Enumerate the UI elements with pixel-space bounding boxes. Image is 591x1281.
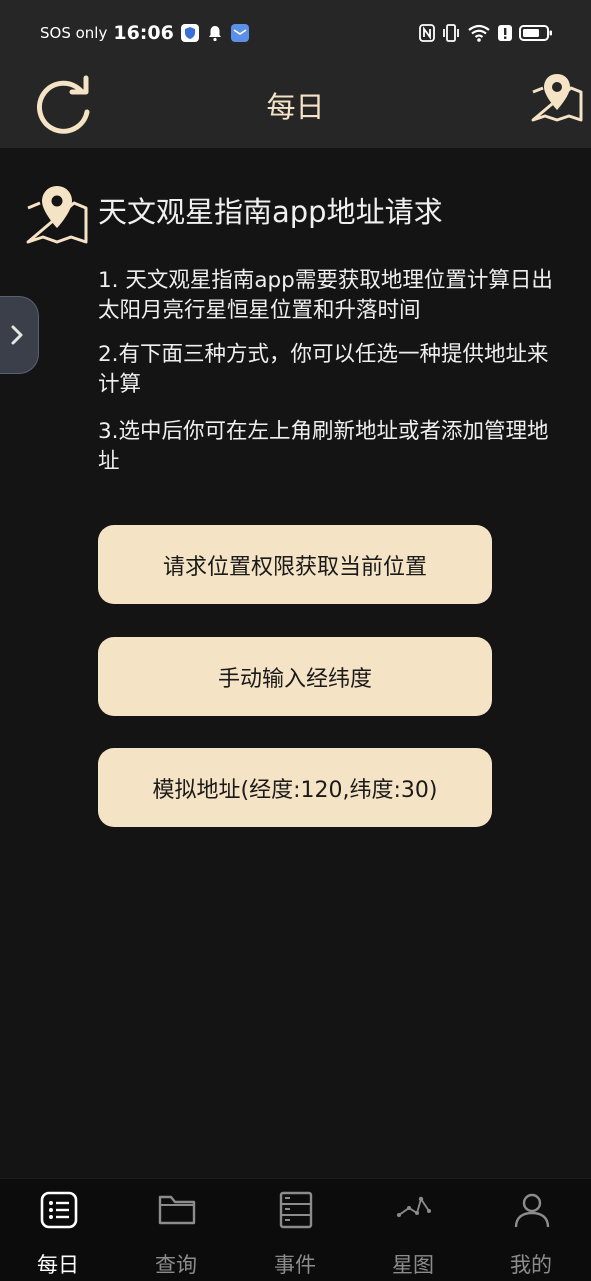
nav-label: 每日 [37, 1253, 79, 1277]
request-title: 天文观星指南app地址请求 [98, 195, 443, 229]
page-title: 每日 [266, 90, 325, 124]
simulated-address-button[interactable]: 模拟地址(经度:120,纬度:30) [98, 748, 492, 827]
bell-icon [208, 26, 221, 42]
drawer-handle[interactable] [0, 296, 39, 374]
clock: 16:06 [113, 22, 174, 44]
instruction-paragraph: 1. 天文观星指南app需要获取地理位置计算日出太阳月亮行星恒星位置和升落时间 [98, 268, 553, 323]
nav-label: 事件 [274, 1253, 316, 1277]
nav-item-daily[interactable]: 每日 [8, 1191, 108, 1281]
daily-list-icon [40, 1191, 78, 1229]
request-location-permission-button[interactable]: 请求位置权限获取当前位置 [98, 525, 492, 604]
nav-label: 星图 [392, 1253, 434, 1277]
nav-item-profile[interactable]: 我的 [481, 1191, 581, 1281]
instruction-paragraph: 2.有下面三种方式，你可以任选一种提供地址来计算 [98, 342, 549, 397]
map-location-icon[interactable] [529, 70, 585, 126]
status-right [419, 20, 553, 46]
instruction-paragraph: 3.选中后你可在左上角刷新地址或者添加管理地址 [98, 419, 549, 474]
battery-icon [519, 25, 552, 41]
vibrate-icon [443, 24, 459, 42]
shield-notification-icon [180, 24, 199, 42]
nav-item-star-map[interactable]: 星图 [363, 1191, 463, 1281]
manual-coordinates-button[interactable]: 手动输入经纬度 [98, 637, 492, 716]
nav-label: 我的 [510, 1253, 552, 1277]
alert-icon [498, 25, 512, 41]
profile-icon [514, 1193, 550, 1228]
folder-icon [158, 1195, 196, 1225]
carrier-text: SOS only [40, 24, 108, 42]
request-header: 天文观星指南app地址请求 [24, 182, 443, 248]
status-left: SOS only 16:06 [40, 20, 249, 46]
nav-item-query[interactable]: 查询 [126, 1191, 226, 1281]
nfc-icon [419, 24, 435, 42]
wifi-icon [468, 24, 490, 42]
bottom-nav: 每日 查询 事件 星图 我的 [0, 1178, 591, 1281]
constellation-icon [397, 1196, 431, 1217]
app-bar: 每日 [0, 62, 591, 148]
nav-label: 查询 [155, 1253, 197, 1277]
chevron-right-icon [11, 325, 23, 345]
mail-app-icon [230, 24, 249, 42]
status-bar: SOS only 16:06 [0, 0, 591, 62]
nav-item-events[interactable]: 事件 [245, 1191, 345, 1281]
map-location-icon [26, 186, 88, 244]
events-stack-icon [279, 1191, 313, 1229]
main-content: 天文观星指南app地址请求 1. 天文观星指南app需要获取地理位置计算日出太阳… [0, 148, 591, 1178]
